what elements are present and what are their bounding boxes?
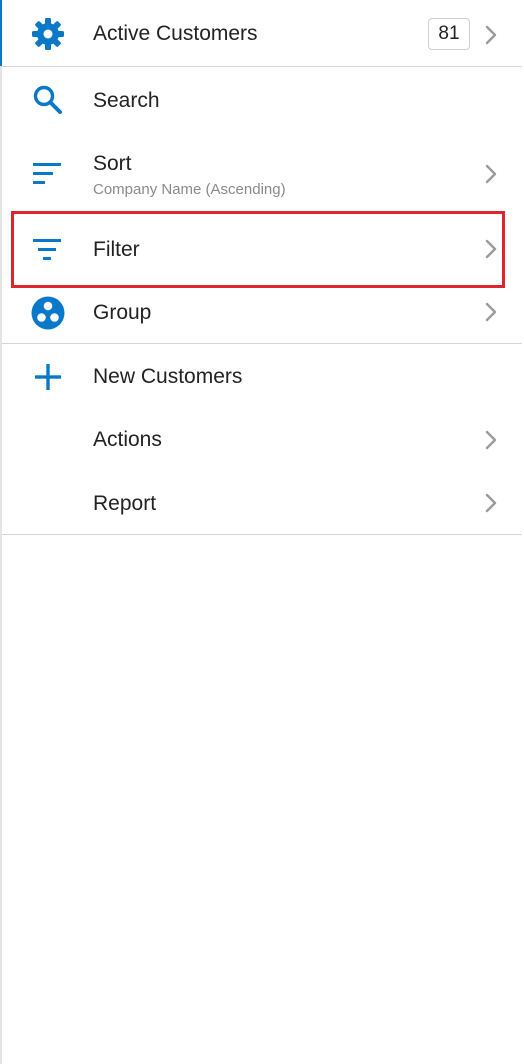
- chevron-right-icon: [484, 24, 498, 46]
- gear-icon: [30, 16, 66, 52]
- chevron-right-icon: [484, 301, 498, 323]
- chevron-right-icon: [484, 492, 498, 514]
- sort-sublabel: Company Name (Ascending): [93, 181, 286, 198]
- group-icon: [30, 295, 66, 331]
- report-row[interactable]: Report: [2, 472, 522, 534]
- active-customers-label: Active Customers: [93, 22, 258, 45]
- plus-icon: [30, 359, 66, 395]
- report-label: Report: [93, 492, 157, 515]
- sort-label: Sort: [93, 152, 132, 175]
- new-customers-row[interactable]: New Customers: [2, 344, 522, 410]
- customer-menu-panel: Active Customers 81 Search Sort Company …: [0, 0, 524, 1064]
- new-customers-label: New Customers: [93, 365, 243, 388]
- search-label: Search: [93, 89, 160, 112]
- chevron-right-icon: [484, 238, 498, 260]
- group-row[interactable]: Group: [2, 284, 522, 342]
- customer-count-badge: 81: [428, 18, 470, 50]
- filter-row[interactable]: Filter: [2, 214, 522, 284]
- sort-icon: [30, 155, 66, 191]
- divider: [2, 534, 522, 535]
- chevron-right-icon: [484, 429, 498, 451]
- sort-row[interactable]: Sort Company Name (Ascending): [2, 133, 522, 210]
- active-customers-row[interactable]: Active Customers 81: [2, 0, 522, 66]
- filter-label: Filter: [93, 238, 140, 261]
- search-row[interactable]: Search: [2, 67, 522, 133]
- search-icon: [30, 82, 66, 118]
- chevron-right-icon: [484, 163, 498, 185]
- group-label: Group: [93, 301, 152, 324]
- actions-label: Actions: [93, 428, 162, 451]
- actions-row[interactable]: Actions: [2, 410, 522, 472]
- filter-icon: [30, 231, 66, 267]
